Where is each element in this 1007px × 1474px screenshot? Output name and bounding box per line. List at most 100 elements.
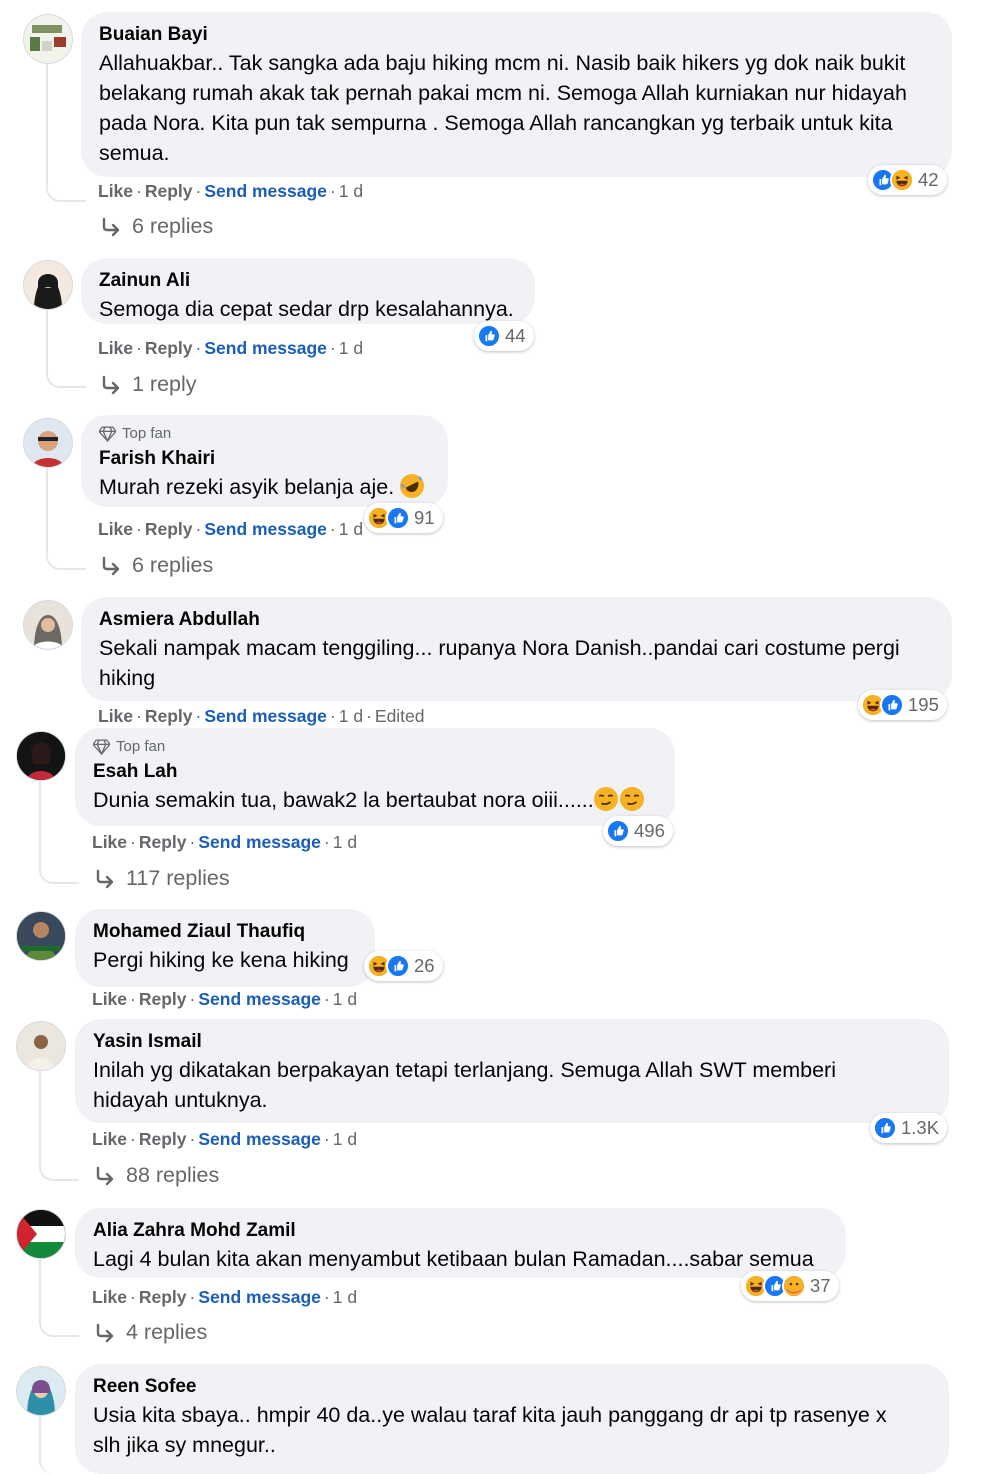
view-replies-link[interactable]: 88 replies [94,1163,219,1188]
like-reaction-icon [386,954,410,978]
reaction-summary[interactable]: 44 [474,321,534,351]
comment-time[interactable]: 1 d [339,338,363,358]
avatar[interactable] [16,1209,66,1259]
comment-text-line: Murah rezeki asyik belanja aje. [99,475,395,499]
top-fan-label: Top fan [122,425,172,442]
comment-author[interactable]: Mohamed Ziaul Thaufiq [93,919,357,945]
like-reaction-icon [880,693,904,717]
reaction-count: 26 [414,955,435,976]
reply-button[interactable]: Reply [145,181,193,201]
reaction-summary[interactable]: 1.3K [870,1113,948,1143]
like-button[interactable]: Like [92,989,127,1009]
reply-arrow-icon [100,374,122,396]
comment-actions: Like · Reply · Send message · 1 d [92,989,358,1009]
like-reaction-icon [477,324,501,348]
avatar[interactable] [23,260,73,310]
comment-author[interactable]: Reen Sofee [93,1374,931,1400]
reply-button[interactable]: Reply [145,338,193,358]
like-button[interactable]: Like [92,1287,127,1307]
send-message-button[interactable]: Send message [198,1129,321,1149]
reaction-summary[interactable]: 91 [364,503,443,533]
comment-text-line: pada Nora. Kita pun tak sempurna . Semog… [99,111,893,135]
reaction-count: 496 [634,820,665,841]
comment-author[interactable]: Alia Zahra Mohd Zamil [93,1218,828,1244]
send-message-button[interactable]: Send message [198,832,321,852]
reply-button[interactable]: Reply [139,1129,187,1149]
reaction-count: 44 [505,325,526,346]
like-button[interactable]: Like [92,1129,127,1149]
like-button[interactable]: Like [92,832,127,852]
comment-time[interactable]: 1 d [333,1287,357,1307]
comment-actions: Like · Reply · Send message · 1 d [92,1129,358,1149]
comment-text-line: Inilah yg dikatakan berpakayan tetapi te… [93,1058,836,1082]
view-replies-link[interactable]: 6 replies [100,214,213,239]
avatar[interactable] [23,418,73,468]
reply-button[interactable]: Reply [139,832,187,852]
comment-author[interactable]: Asmiera Abdullah [99,607,934,633]
comment-text-line: Sekali nampak macam tenggiling... rupany… [99,636,900,660]
send-message-button[interactable]: Send message [204,519,327,539]
view-replies-link[interactable]: 6 replies [100,553,213,578]
avatar[interactable] [16,1021,66,1071]
reaction-summary[interactable]: 496 [603,816,673,846]
avatar[interactable] [16,1366,66,1416]
send-message-button[interactable]: Send message [198,1287,321,1307]
comment-text-line: Dunia semakin tua, bawak2 la bertaubat n… [93,788,594,812]
view-replies-link[interactable]: 117 replies [94,866,230,891]
comment-time[interactable]: 1 d [333,989,357,1009]
like-reaction-icon [386,506,410,530]
smirk-emoji-icon [594,787,618,811]
like-button[interactable]: Like [98,519,133,539]
send-message-button[interactable]: Send message [204,706,327,726]
comment-time[interactable]: 1 d [339,706,363,726]
replies-count: 6 replies [132,553,214,577]
send-message-button[interactable]: Send message [198,989,321,1009]
comment-text: Murah rezeki asyik belanja aje. [99,472,430,502]
view-replies-link[interactable]: 4 replies [94,1320,207,1345]
reaction-count: 1.3K [901,1117,940,1138]
like-button[interactable]: Like [98,706,133,726]
comment-time[interactable]: 1 d [339,181,363,201]
comment-bubble: Alia Zahra Mohd Zamil Lagi 4 bulan kita … [75,1208,846,1278]
comment-author[interactable]: Farish Khairi [99,446,430,472]
rofl-emoji-icon [400,474,424,498]
comment-bubble: Asmiera Abdullah Sekali nampak macam ten… [81,597,952,701]
like-reaction-icon [873,1116,897,1140]
comment-actions: Like · Reply · Send message · 1 d [92,1287,358,1307]
comment-bubble: Top fan Esah Lah Dunia semakin tua, bawa… [75,728,675,826]
avatar[interactable] [23,600,73,650]
like-reaction-icon [606,819,630,843]
comment-author[interactable]: Yasin Ismail [93,1029,931,1055]
avatar[interactable] [23,14,73,64]
like-button[interactable]: Like [98,338,133,358]
comment-actions: Like · Reply · Send message · 1 d · Edited [98,706,425,726]
like-button[interactable]: Like [98,181,133,201]
view-replies-link[interactable]: 1 reply [100,372,197,397]
comment-time[interactable]: 1 d [333,1129,357,1149]
comment-author[interactable]: Buaian Bayi [99,22,934,48]
thread-line [46,466,86,570]
comment-text: Pergi hiking ke kena hiking [93,948,349,972]
comment-author[interactable]: Zainun Ali [99,268,517,294]
thread-line [39,780,79,884]
comment-time[interactable]: 1 d [339,519,363,539]
reaction-summary[interactable]: 37 [741,1271,839,1301]
avatar[interactable] [16,731,66,781]
reply-button[interactable]: Reply [139,989,187,1009]
comment-time[interactable]: 1 d [333,832,357,852]
comment-author[interactable]: Esah Lah [93,759,657,785]
comment-actions: Like · Reply · Send message · 1 d [98,181,364,201]
top-fan-badge: Top fan [99,425,430,442]
comment-bubble: Buaian Bayi Allahuakbar.. Tak sangka ada… [81,12,952,177]
send-message-button[interactable]: Send message [204,338,327,358]
reaction-summary[interactable]: 195 [858,690,947,720]
reaction-summary[interactable]: 42 [868,165,947,195]
reply-button[interactable]: Reply [139,1287,187,1307]
reaction-summary[interactable]: 26 [364,951,443,981]
avatar[interactable] [16,911,66,961]
reply-button[interactable]: Reply [145,706,193,726]
replies-count: 1 reply [132,372,197,396]
send-message-button[interactable]: Send message [204,181,327,201]
comment-bubble: Reen Sofee Usia kita sbaya.. hmpir 40 da… [75,1364,949,1474]
reply-button[interactable]: Reply [145,519,193,539]
